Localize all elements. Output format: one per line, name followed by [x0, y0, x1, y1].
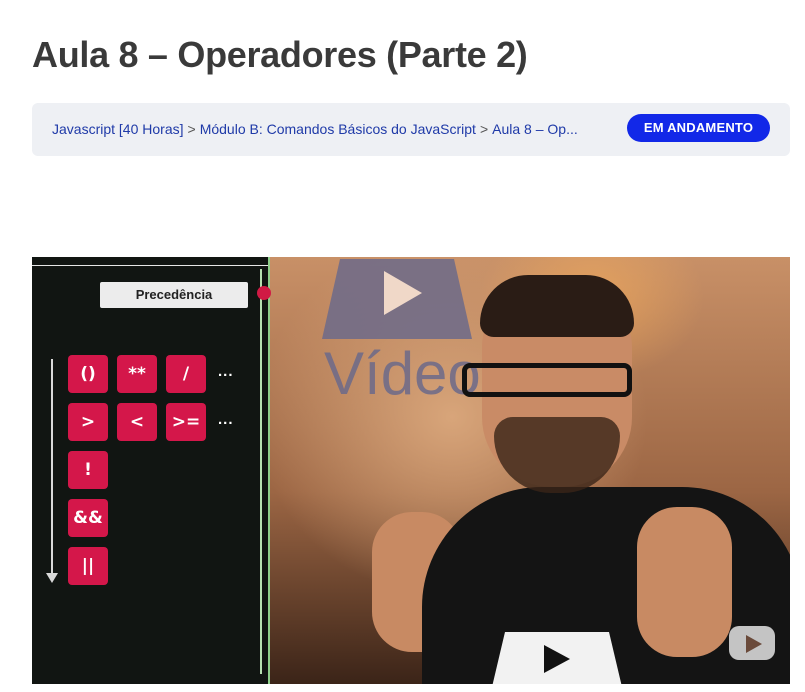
youtube-play-icon — [746, 635, 762, 653]
ellipsis-row1: ... — [218, 363, 234, 380]
operator-parentheses: () — [68, 355, 108, 393]
wall-text: Vídeo — [324, 340, 481, 407]
presenter-beard — [494, 417, 620, 493]
breadcrumb-module[interactable]: Módulo B: Comandos Básicos do JavaScript — [200, 121, 476, 137]
status-badge: EM ANDAMENTO — [627, 114, 770, 142]
presenter-hair — [480, 275, 634, 337]
panel-title: Precedência — [100, 282, 248, 308]
panel-right-line — [260, 269, 262, 674]
operator-greater: > — [68, 403, 108, 441]
breadcrumb-course[interactable]: Javascript [40 Horas] — [52, 121, 184, 137]
breadcrumb-separator: > — [479, 121, 489, 137]
presenter-hand-right — [637, 507, 732, 657]
ellipsis-row2: ... — [218, 411, 234, 428]
shirt-play-icon — [544, 645, 570, 673]
panel-top-line — [32, 265, 268, 266]
operator-not: ! — [68, 451, 108, 489]
panel-dot-icon — [257, 286, 271, 300]
operator-exponent: ** — [117, 355, 157, 393]
arrow-down-icon — [46, 573, 58, 583]
breadcrumb-bar: Javascript [40 Horas] > Módulo B: Comandos… — [32, 103, 790, 156]
operator-less: < — [117, 403, 157, 441]
operator-divide: / — [166, 355, 206, 393]
video-player[interactable]: Vídeo Precedência () ** / ... > < >= ...… — [32, 257, 790, 684]
breadcrumb-lesson[interactable]: Aula 8 – Op... — [492, 121, 578, 137]
page-title: Aula 8 – Operadores (Parte 2) — [32, 34, 528, 75]
breadcrumb-separator: > — [187, 121, 196, 137]
operator-or: || — [68, 547, 108, 585]
presenter-glasses — [462, 363, 632, 397]
wall-play-icon — [384, 271, 422, 315]
precedence-arrow-line — [51, 359, 53, 575]
breadcrumb: Javascript [40 Horas] > Módulo B: Comandos… — [52, 121, 607, 137]
operator-greater-equal: >= — [166, 403, 206, 441]
precedence-panel: Precedência () ** / ... > < >= ... ! && … — [32, 257, 271, 684]
operator-and: && — [68, 499, 108, 537]
